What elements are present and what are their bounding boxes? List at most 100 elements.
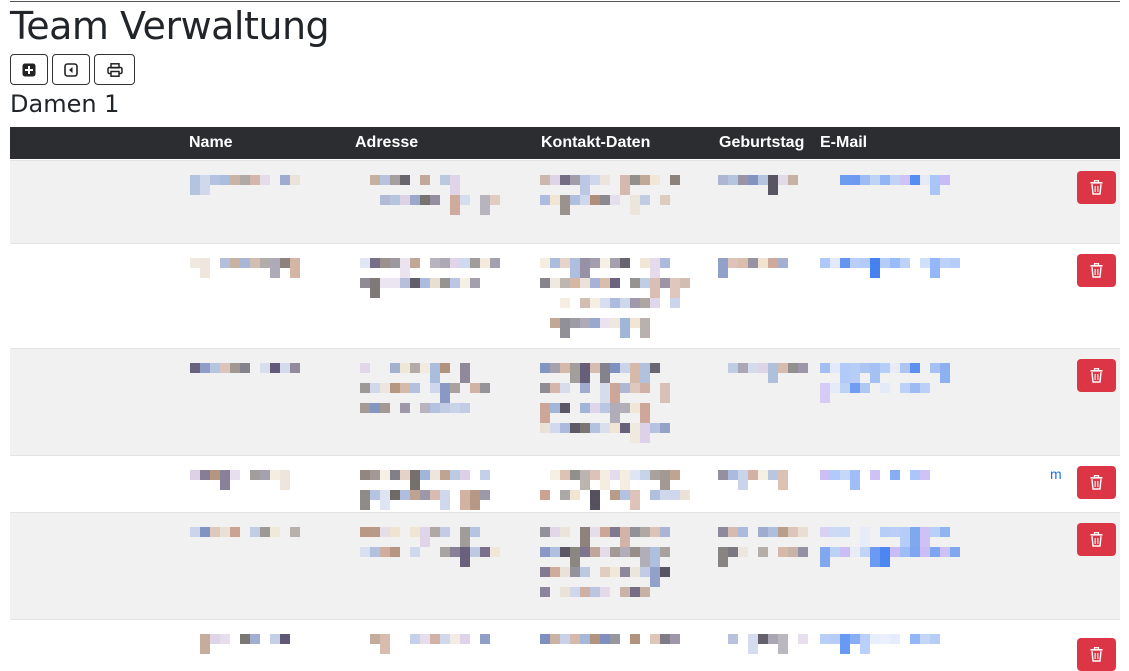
redacted-pixel (600, 318, 610, 328)
redacted-pixel (660, 567, 670, 577)
redacted-pixel (610, 195, 620, 205)
redacted-pixel (590, 298, 600, 308)
redacted-pixel (590, 490, 600, 510)
back-button[interactable] (52, 54, 90, 85)
redacted-pixel (920, 175, 930, 185)
redacted-pixel (550, 403, 560, 413)
redacted-pixel (230, 175, 240, 185)
redacted-pixel (250, 258, 260, 268)
redacted-pixel (560, 527, 570, 537)
redacted-pixel (580, 175, 590, 195)
redacted-pixel (670, 175, 680, 185)
delete-button[interactable] (1077, 171, 1116, 204)
redacted-pixel (620, 587, 630, 597)
redacted-pixel (840, 363, 850, 383)
col-header-name[interactable]: Name (189, 134, 233, 152)
redacted-pixel (920, 383, 930, 393)
redacted-pixel (550, 423, 560, 433)
redacted-pixel (940, 547, 950, 557)
col-header-email[interactable]: E-Mail (820, 134, 867, 152)
redacted-pixel (630, 195, 640, 215)
redacted-pixel (430, 634, 440, 644)
redacted-pixel (930, 634, 940, 644)
delete-button[interactable] (1077, 638, 1116, 671)
redacted-pixel (900, 527, 910, 547)
redacted-pixel (470, 527, 480, 537)
redacted-pixel (580, 470, 590, 490)
delete-button[interactable] (1077, 523, 1116, 556)
redacted-pixel (758, 175, 768, 185)
redacted-pixel (570, 363, 580, 383)
plus-square-icon (22, 63, 36, 76)
redacted-pixel (640, 567, 650, 577)
redacted-pixel (600, 470, 610, 490)
redacted-pixel (920, 527, 930, 547)
delete-button[interactable] (1077, 359, 1116, 392)
redacted-pixel (600, 383, 610, 403)
redacted-pixel (550, 470, 560, 480)
redacted-pixel (550, 363, 560, 373)
redacted-pixel (798, 363, 808, 373)
redacted-pixel (270, 258, 280, 278)
redacted-pixel (890, 527, 900, 537)
redacted-pixel (610, 634, 620, 644)
redacted-pixel (200, 470, 210, 480)
redacted-pixel (540, 278, 550, 288)
redacted-pixel (590, 278, 600, 288)
redacted-cells (10, 456, 1120, 512)
redacted-pixel (420, 278, 430, 288)
redacted-pixel (540, 634, 550, 644)
redacted-pixel (640, 363, 650, 383)
redacted-pixel (650, 363, 660, 373)
redacted-pixel (360, 527, 370, 537)
redacted-pixel (830, 634, 840, 644)
col-header-contact[interactable]: Kontakt-Daten (541, 134, 650, 152)
redacted-pixel (210, 527, 220, 537)
redacted-pixel (640, 527, 650, 537)
redacted-pixel (420, 195, 430, 205)
redacted-pixel (830, 547, 840, 557)
redacted-pixel (600, 195, 610, 205)
add-button[interactable] (10, 54, 48, 85)
redacted-pixel (570, 587, 580, 597)
redacted-pixel (430, 527, 440, 537)
redacted-pixel (480, 470, 490, 480)
col-header-address[interactable]: Adresse (355, 134, 418, 152)
redacted-pixel (738, 527, 748, 537)
redacted-pixel (460, 258, 470, 268)
redacted-pixel (380, 278, 390, 288)
redacted-cells (10, 349, 1120, 455)
redacted-pixel (650, 470, 660, 480)
redacted-pixel (860, 383, 870, 393)
redacted-cells (10, 513, 1120, 619)
redacted-pixel (390, 278, 400, 288)
delete-button[interactable] (1077, 466, 1116, 499)
redacted-pixel (850, 547, 860, 557)
redacted-pixel (640, 547, 650, 567)
redacted-pixel (650, 298, 660, 308)
redacted-pixel (610, 258, 620, 268)
redacted-pixel (440, 634, 450, 644)
redacted-pixel (728, 470, 738, 480)
redacted-pixel (600, 567, 610, 577)
redacted-pixel (718, 175, 728, 185)
redacted-pixel (220, 470, 230, 490)
redacted-pixel (470, 278, 480, 288)
redacted-pixel (940, 527, 950, 537)
redacted-pixel (768, 470, 778, 480)
redacted-pixel (230, 470, 240, 480)
redacted-pixel (860, 634, 870, 654)
redacted-pixel (758, 547, 768, 557)
redacted-pixel (718, 258, 728, 278)
redacted-pixel (370, 527, 380, 537)
delete-button[interactable] (1077, 254, 1116, 287)
redacted-pixel (460, 547, 470, 567)
redacted-pixel (540, 383, 550, 393)
redacted-pixel (620, 298, 630, 308)
email-visible-tail: m (1050, 466, 1062, 482)
redacted-pixel (610, 383, 620, 403)
redacted-pixel (410, 195, 420, 205)
redacted-pixel (400, 175, 410, 185)
print-button[interactable] (94, 54, 135, 85)
col-header-birthday[interactable]: Geburtstag (719, 134, 804, 152)
